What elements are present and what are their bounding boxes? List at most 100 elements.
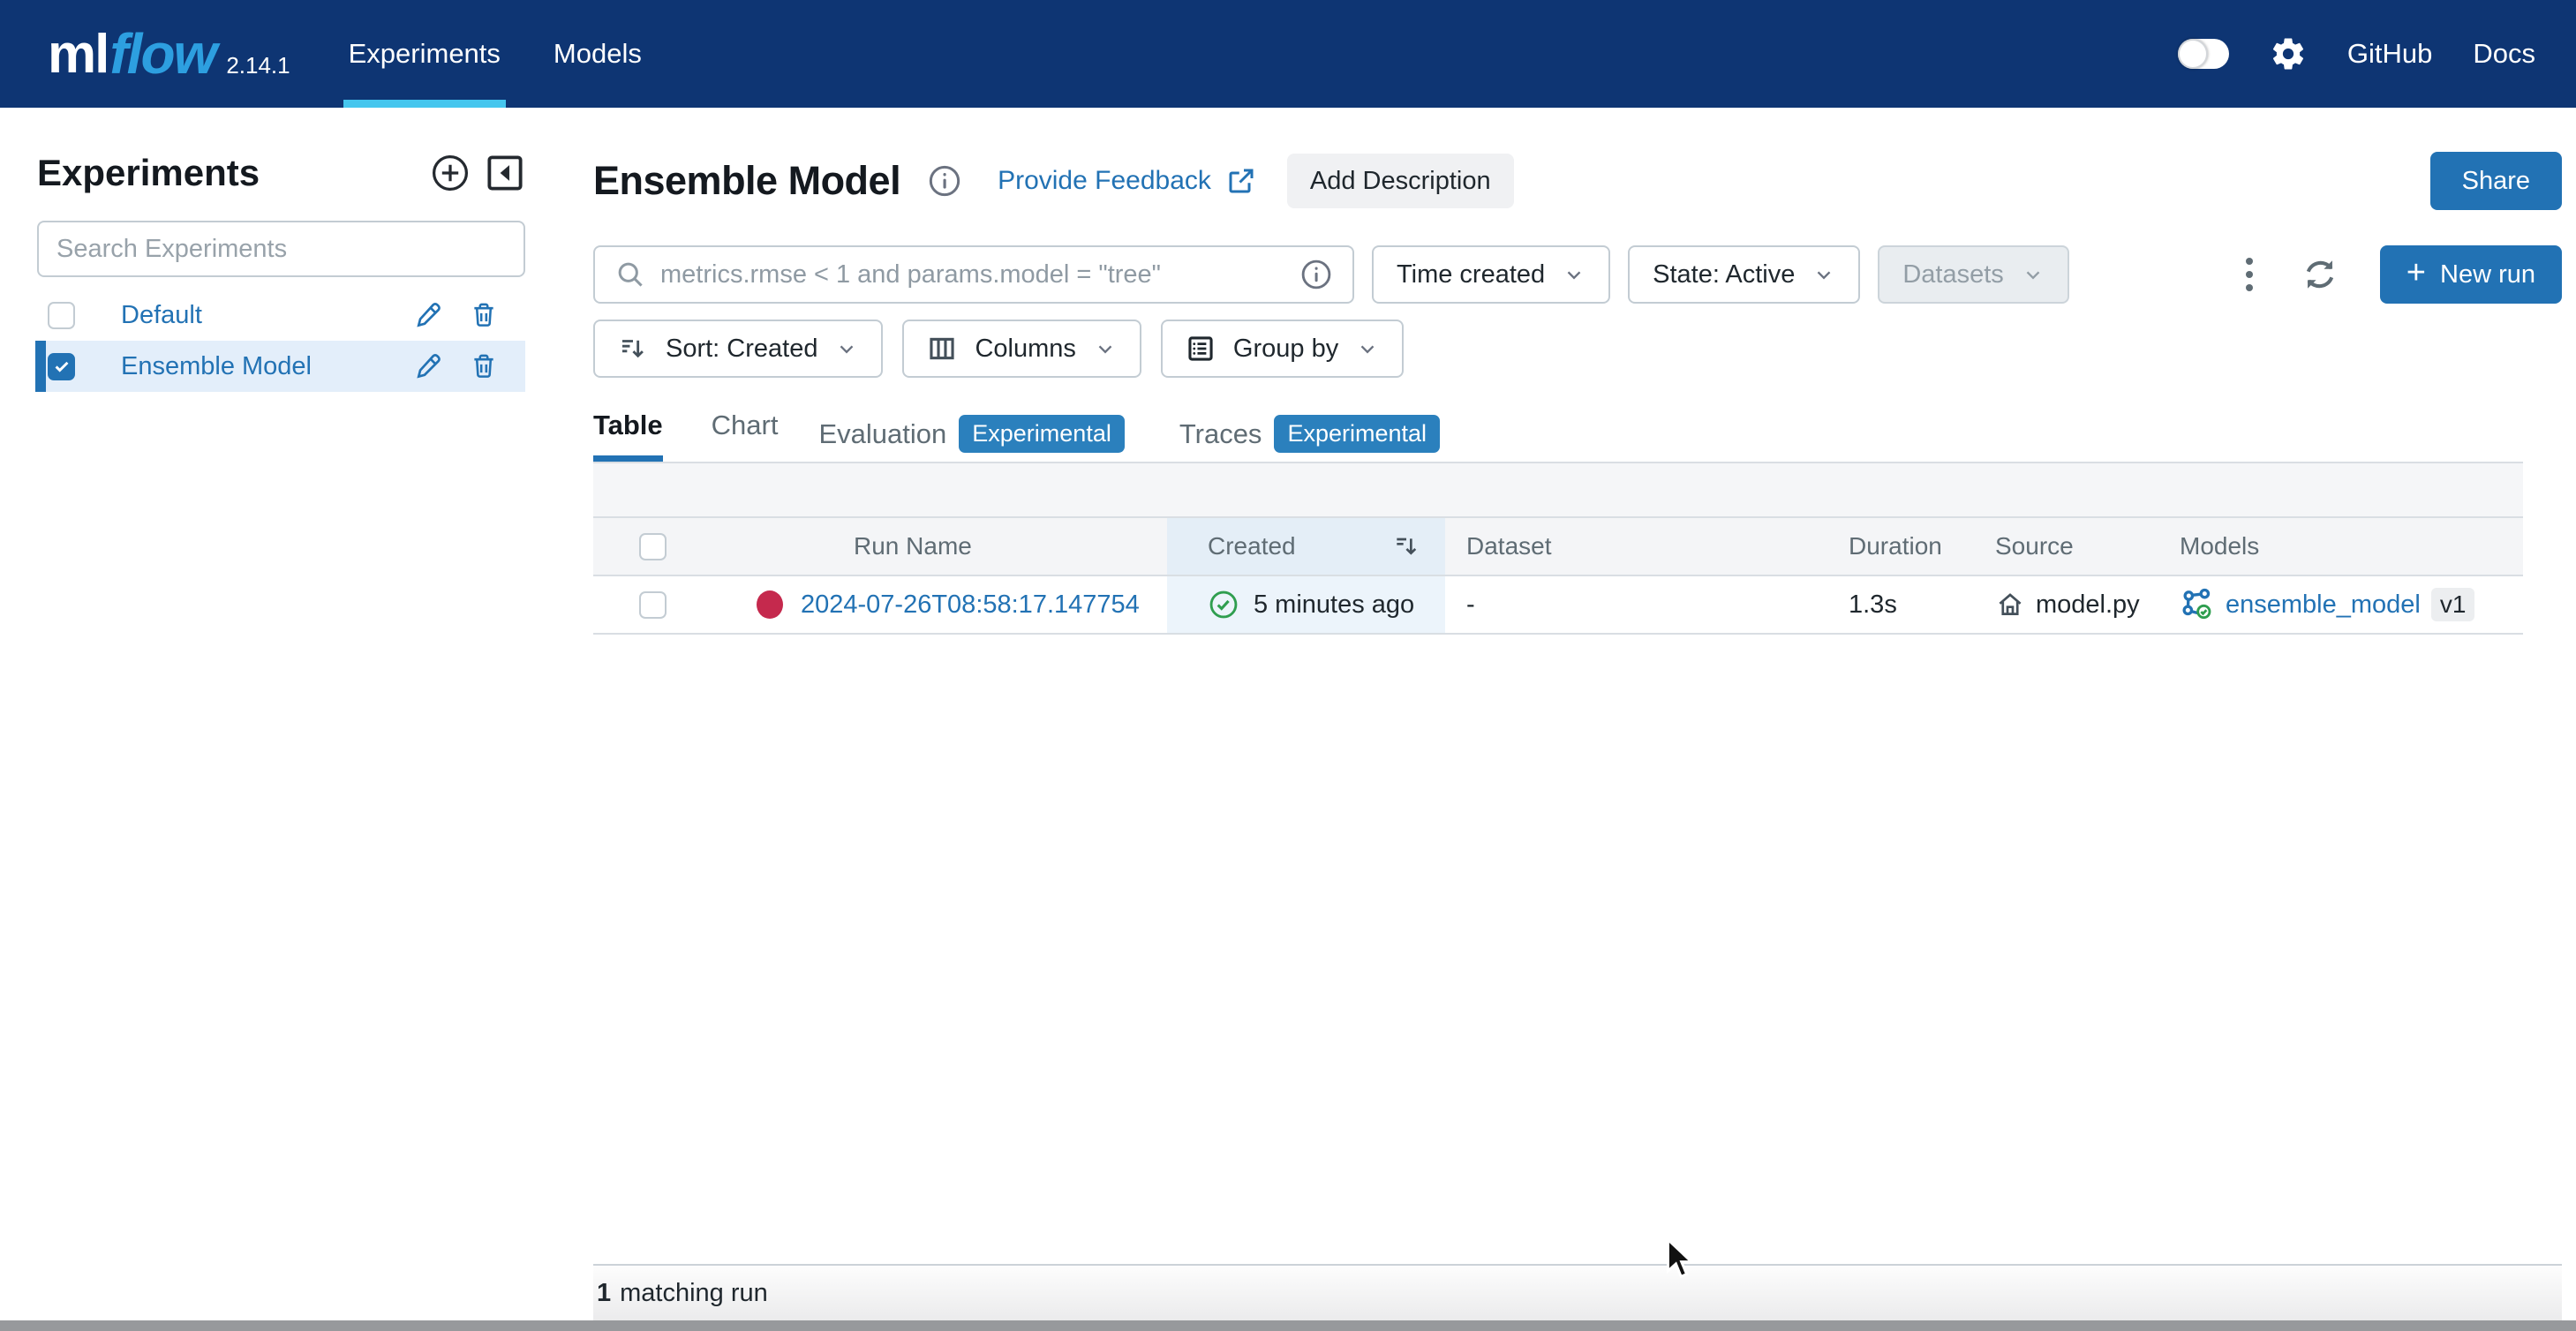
columns-icon	[927, 334, 957, 364]
version-label: 2.14.1	[226, 52, 290, 79]
sort-descending-icon[interactable]	[1392, 532, 1420, 560]
tab-evaluation-group[interactable]: Evaluation Experimental	[818, 415, 1124, 462]
plus-icon: +	[2407, 256, 2426, 290]
delete-experiment-icon[interactable]	[469, 351, 499, 381]
columns-label: Columns	[975, 335, 1075, 364]
theme-toggle[interactable]	[2178, 39, 2229, 69]
state-label: State: Active	[1653, 260, 1795, 290]
view-tabs: Table Chart Evaluation Experimental Trac…	[593, 410, 2562, 462]
select-all-checkbox[interactable]	[639, 533, 667, 560]
share-button[interactable]: Share	[2430, 152, 2562, 210]
nav-tab-experiments[interactable]: Experiments	[343, 0, 506, 108]
row-checkbox[interactable]	[639, 591, 667, 619]
group-by-label: Group by	[1233, 335, 1338, 364]
sort-label: Sort: Created	[666, 335, 817, 364]
edit-experiment-icon[interactable]	[414, 350, 446, 382]
experiment-checkbox[interactable]	[48, 353, 75, 380]
experiment-search-input[interactable]	[56, 235, 506, 264]
toggle-knob	[2178, 39, 2208, 69]
experiment-label[interactable]: Ensemble Model	[121, 352, 312, 381]
experiment-label[interactable]: Default	[121, 301, 202, 330]
experiment-item-ensemble-model[interactable]: Ensemble Model	[35, 341, 525, 392]
chevron-down-icon	[1356, 337, 1379, 360]
new-run-button[interactable]: + New run	[2380, 245, 2562, 304]
run-status-dot	[757, 590, 783, 619]
chevron-down-icon	[835, 337, 858, 360]
sort-dropdown[interactable]: Sort: Created	[593, 320, 883, 378]
nav-tab-models[interactable]: Models	[548, 0, 647, 108]
mlflow-logo[interactable]: ml flow 2.14.1	[48, 0, 290, 108]
matching-run-count: 1	[597, 1279, 611, 1308]
experiment-info-icon[interactable]	[927, 163, 962, 199]
experimental-badge: Experimental	[959, 415, 1125, 453]
navbar-tabs: Experiments Models	[343, 0, 647, 108]
add-description-button[interactable]: Add Description	[1287, 154, 1514, 208]
table-row[interactable]: 2024-07-26T08:58:17.147754 5 minutes ago…	[593, 576, 2523, 635]
tab-traces[interactable]: Traces	[1179, 418, 1262, 450]
time-created-label: Time created	[1397, 260, 1545, 290]
provide-feedback-link[interactable]: Provide Feedback	[998, 166, 1211, 196]
tab-evaluation[interactable]: Evaluation	[818, 418, 946, 450]
more-options-icon[interactable]	[2239, 251, 2260, 298]
column-header-source[interactable]: Source	[1979, 518, 2169, 575]
edit-experiment-icon[interactable]	[414, 299, 446, 331]
top-navbar: ml flow 2.14.1 Experiments Models GitHub…	[0, 0, 2576, 108]
run-search-input[interactable]	[660, 260, 1299, 290]
sidebar-title: Experiments	[37, 152, 260, 194]
run-duration-value: 1.3s	[1829, 576, 1979, 633]
experimental-badge: Experimental	[1274, 415, 1440, 453]
datasets-dropdown[interactable]: Datasets	[1878, 245, 2068, 304]
experiment-checkbox[interactable]	[48, 302, 75, 329]
column-header-models[interactable]: Models	[2169, 518, 2523, 575]
run-search-box	[593, 245, 1354, 304]
check-circle-icon	[1208, 589, 1239, 620]
gear-icon[interactable]	[2270, 35, 2307, 72]
column-header-dataset[interactable]: Dataset	[1445, 518, 1829, 575]
tab-chart[interactable]: Chart	[712, 410, 779, 462]
new-experiment-icon[interactable]	[430, 153, 471, 193]
tab-table[interactable]: Table	[593, 410, 663, 462]
sort-icon	[618, 334, 648, 364]
experiment-list: Default Ensemble Model	[35, 290, 525, 392]
query-info-icon[interactable]	[1299, 258, 1333, 291]
state-dropdown[interactable]: State: Active	[1628, 245, 1860, 304]
github-link[interactable]: GitHub	[2347, 38, 2432, 70]
group-by-dropdown[interactable]: Group by	[1161, 320, 1404, 378]
time-created-dropdown[interactable]: Time created	[1372, 245, 1610, 304]
chevron-down-icon	[1094, 337, 1117, 360]
new-run-label: New run	[2440, 260, 2535, 290]
run-name-link[interactable]: 2024-07-26T08:58:17.147754	[801, 590, 1140, 620]
window-bottom-edge	[0, 1320, 2576, 1331]
group-by-icon	[1186, 334, 1216, 364]
collapse-sidebar-icon[interactable]	[485, 153, 525, 193]
registered-model-icon	[2180, 587, 2215, 622]
run-source-value[interactable]: model.py	[2036, 590, 2140, 620]
chevron-down-icon	[2022, 263, 2045, 286]
chevron-down-icon	[1812, 263, 1835, 286]
docs-link[interactable]: Docs	[2473, 38, 2535, 70]
refresh-icon[interactable]	[2301, 255, 2339, 294]
chevron-down-icon	[1563, 263, 1586, 286]
column-header-created[interactable]: Created	[1167, 518, 1445, 575]
experiment-item-default[interactable]: Default	[35, 290, 525, 341]
external-link-icon[interactable]	[1225, 165, 1257, 197]
logo-flow-text: flow	[109, 21, 215, 86]
run-dataset-value: -	[1445, 576, 1829, 633]
columns-dropdown[interactable]: Columns	[902, 320, 1141, 378]
experiments-sidebar: Experiments Default	[0, 108, 547, 1320]
home-icon	[1995, 590, 2025, 620]
matching-runs-footer: 1 matching run	[593, 1264, 2562, 1320]
delete-experiment-icon[interactable]	[469, 300, 499, 330]
created-header-label: Created	[1208, 532, 1296, 560]
datasets-label: Datasets	[1902, 260, 2003, 290]
navbar-right: GitHub Docs	[2178, 0, 2535, 108]
column-header-run-name[interactable]: Run Name	[712, 518, 1167, 575]
logo-ml-text: ml	[48, 23, 108, 86]
page-title: Ensemble Model	[593, 158, 900, 204]
model-name-link[interactable]: ensemble_model	[2226, 590, 2421, 620]
experiment-search-box	[37, 221, 525, 277]
tab-traces-group[interactable]: Traces Experimental	[1179, 415, 1440, 462]
matching-run-label: matching run	[620, 1279, 768, 1308]
column-header-duration[interactable]: Duration	[1829, 518, 1979, 575]
mlflow-app: ml flow 2.14.1 Experiments Models GitHub…	[0, 0, 2576, 1331]
